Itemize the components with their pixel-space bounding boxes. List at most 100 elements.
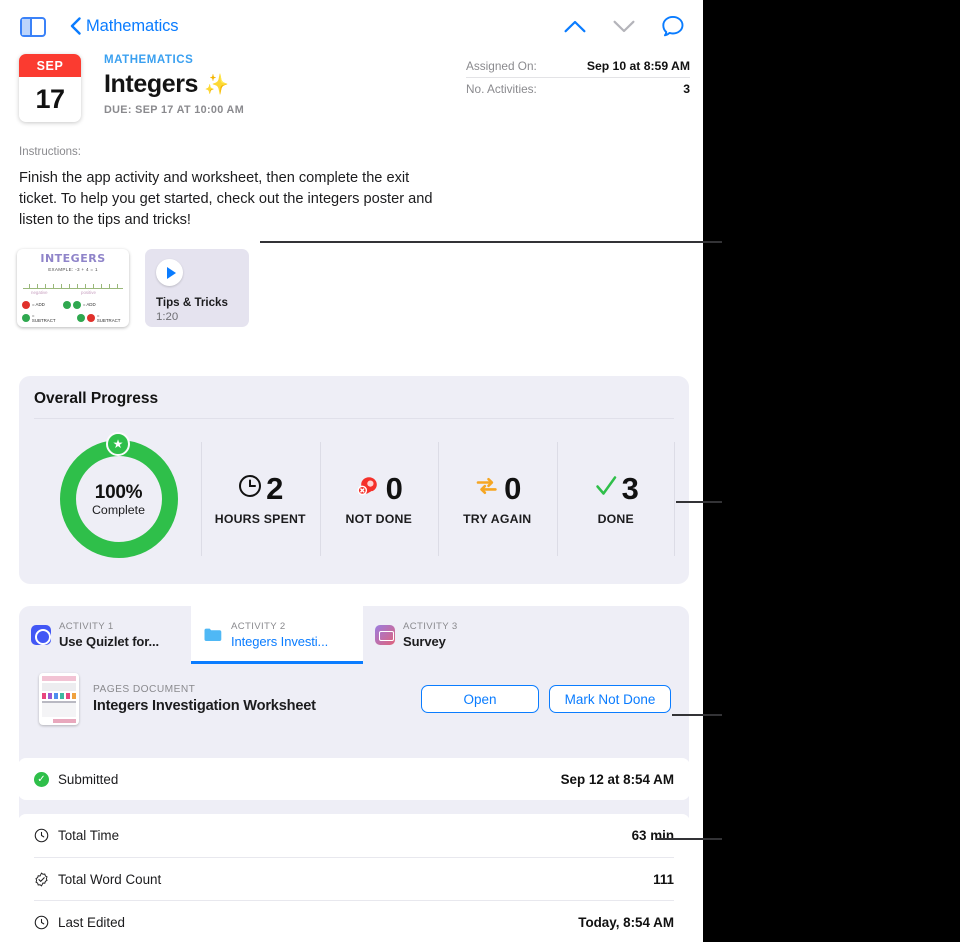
back-label[interactable]: Mathematics — [86, 17, 179, 36]
document-actions: Open Mark Not Done — [421, 685, 671, 713]
progress-donut: 100% Complete ★ — [52, 432, 185, 565]
meta-row: No. Activities: 3 — [466, 77, 690, 100]
poster-legend-label: = SUBTRACT — [31, 312, 56, 323]
clock-icon — [34, 915, 49, 930]
page-title: Integers ✨ — [104, 70, 229, 99]
submitted-label: Submitted — [58, 771, 119, 787]
tab-activity-2[interactable]: ACTIVITY 2 Integers Investi... — [191, 606, 363, 664]
tab-name: Integers Investi... — [231, 634, 329, 649]
info-row-total-time: Total Time 63 min — [34, 814, 674, 857]
info-value: Today, 8:54 AM — [578, 914, 674, 930]
poster-title: INTEGERS — [40, 252, 106, 265]
chevron-down-icon[interactable] — [610, 13, 638, 39]
stat-value: 0 — [504, 470, 521, 506]
survey-app-icon — [375, 625, 395, 645]
folder-icon — [203, 625, 223, 645]
attachment-list: INTEGERS EXAMPLE: -3 + 4 = 1 negative po… — [17, 249, 249, 327]
star-icon: ★ — [106, 432, 130, 456]
not-done-icon — [356, 474, 382, 503]
progress-stats: 2 HOURS SPENT 0 NOT DONE 0 TRY AGAIN 3 D… — [201, 442, 675, 556]
overall-progress-title: Overall Progress — [34, 390, 159, 407]
callout-line-attachments — [260, 241, 722, 243]
clock-icon — [238, 474, 262, 503]
meta-key: Assigned On: — [466, 58, 537, 73]
progress-donut-ring: 100% Complete — [59, 440, 178, 558]
overall-progress-card: Overall Progress 100% Complete ★ 2 HOURS… — [19, 376, 689, 584]
top-navigation-bar: Mathematics — [0, 0, 703, 47]
stat-hours-spent: 2 HOURS SPENT — [201, 442, 320, 556]
play-icon[interactable] — [156, 259, 183, 286]
calendar-date-badge: SEP 17 — [19, 54, 81, 122]
open-button[interactable]: Open — [421, 685, 539, 713]
sidebar-toggle-icon[interactable] — [20, 17, 46, 37]
page-title-text: Integers — [104, 70, 199, 98]
poster-legend-label: = SUBTRACT — [96, 312, 121, 323]
document-title: Integers Investigation Worksheet — [93, 698, 316, 714]
sparkles-icon: ✨ — [204, 73, 229, 96]
video-duration: 1:20 — [156, 311, 179, 323]
meta-key: No. Activities: — [466, 82, 537, 96]
chevron-up-icon[interactable] — [561, 13, 589, 39]
screenshot-canvas: Mathematics SEP 17 MATHEMATICS Integers … — [0, 0, 960, 942]
plus-dot-icon — [72, 300, 81, 309]
poster-band: negative positive — [23, 290, 123, 295]
plus-dot-icon — [62, 300, 71, 309]
tab-index-label: ACTIVITY 1 — [59, 621, 114, 632]
document-row: PAGES DOCUMENT Integers Investigation Wo… — [19, 664, 689, 734]
comment-bubble-icon[interactable] — [659, 13, 687, 39]
submitted-value: Sep 12 at 8:54 AM — [560, 771, 674, 787]
mark-not-done-button[interactable]: Mark Not Done — [549, 685, 671, 713]
check-circle-icon: ✓ — [34, 771, 49, 787]
number-line-graphic — [23, 279, 123, 289]
pages-document-thumbnail[interactable] — [39, 673, 79, 725]
calendar-month: SEP — [19, 54, 81, 77]
stat-value: 0 — [385, 470, 403, 506]
word-count-icon — [34, 871, 49, 887]
progress-percent: 100% — [94, 481, 143, 503]
instructions-label: Instructions: — [19, 146, 81, 158]
info-label: Total Word Count — [58, 871, 162, 887]
meta-value: 3 — [683, 82, 690, 96]
divider — [674, 442, 675, 556]
info-value: 111 — [653, 871, 674, 887]
plus-dot-icon — [76, 313, 85, 322]
stat-label: HOURS SPENT — [214, 511, 306, 526]
stat-value: 3 — [621, 470, 639, 506]
document-info-list: Total Time 63 min Total Word Count 111 L… — [18, 814, 690, 942]
poster-legend-label: = ADD — [32, 302, 45, 307]
meta-row: Assigned On: Sep 10 at 8:59 AM — [466, 54, 690, 77]
poster-legend-row: = SUBTRACT = SUBTRACT — [22, 311, 124, 324]
info-row-word-count: Total Word Count 111 — [34, 857, 674, 900]
poster-legend-row: = ADD = ADD — [22, 298, 124, 311]
assignment-meta-table: Assigned On: Sep 10 at 8:59 AM No. Activ… — [466, 54, 690, 100]
plus-dot-icon — [22, 313, 30, 322]
stat-value: 2 — [266, 470, 283, 506]
progress-sublabel: Complete — [91, 502, 146, 517]
minus-dot-icon — [22, 300, 30, 309]
info-row-last-edited: Last Edited Today, 8:54 AM — [34, 900, 674, 942]
info-label: Last Edited — [58, 914, 125, 930]
clock-icon — [34, 828, 49, 843]
stat-try-again: 0 TRY AGAIN — [438, 442, 557, 556]
navbar-icon-group — [561, 13, 687, 39]
chevron-left-icon[interactable] — [70, 17, 81, 35]
tab-activity-3[interactable]: ACTIVITY 3 Survey — [363, 606, 535, 664]
poster-band-left-label: negative — [31, 290, 48, 295]
document-meta: PAGES DOCUMENT Integers Investigation Wo… — [93, 684, 316, 714]
tips-and-tricks-video-card[interactable]: Tips & Tricks 1:20 — [145, 249, 249, 327]
instructions-body: Finish the app activity and worksheet, t… — [19, 170, 433, 228]
callout-line-total-time — [656, 838, 722, 840]
integers-poster-thumbnail[interactable]: INTEGERS EXAMPLE: -3 + 4 = 1 negative po… — [17, 249, 129, 327]
poster-legend-rows: = ADD = ADD = SUBTRACT = SUBTRACT — [22, 298, 124, 324]
info-value: 63 min — [631, 828, 674, 843]
poster-legend-label: = ADD — [82, 302, 96, 307]
checkmark-icon — [594, 474, 618, 503]
document-kind: PAGES DOCUMENT — [93, 684, 196, 695]
meta-value: Sep 10 at 8:59 AM — [586, 58, 690, 73]
tab-index-label: ACTIVITY 2 — [231, 621, 286, 632]
quizlet-app-icon — [31, 625, 51, 645]
tab-index-label: ACTIVITY 3 — [403, 621, 458, 632]
tab-activity-1[interactable]: ACTIVITY 1 Use Quizlet for... — [19, 606, 191, 664]
poster-band-right-label: positive — [81, 290, 96, 295]
stat-done: 3 DONE — [556, 442, 676, 556]
